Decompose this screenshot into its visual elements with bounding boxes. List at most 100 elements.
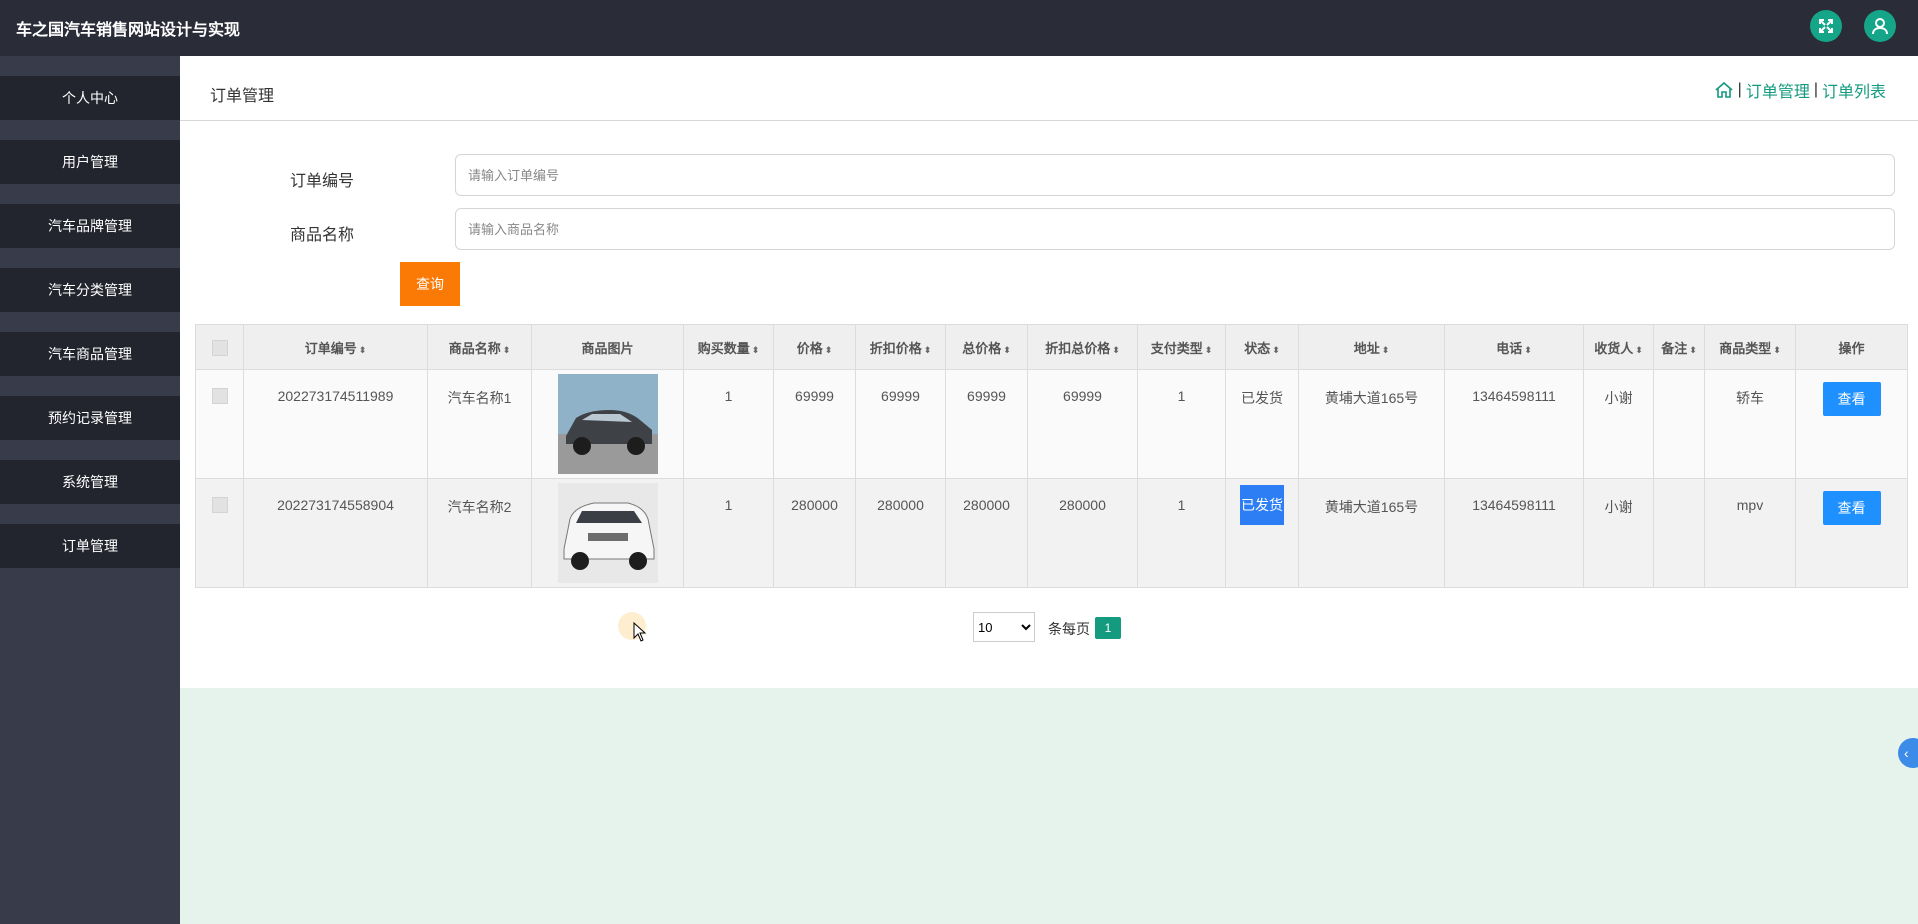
- order-number-cell: 202273174558904: [243, 478, 428, 588]
- column-header[interactable]: 购买数量 ⬍: [683, 324, 774, 370]
- sidebar-item-user-management[interactable]: 用户管理: [0, 140, 180, 184]
- mouse-cursor-icon: [633, 622, 647, 642]
- sort-icon[interactable]: ⬍: [1524, 345, 1532, 355]
- sidebar-item-reservation-management[interactable]: 预约记录管理: [0, 396, 180, 440]
- select-all-checkbox[interactable]: [211, 339, 228, 356]
- column-header[interactable]: 状态 ⬍: [1225, 324, 1299, 370]
- phone-cell: 13464598111: [1444, 369, 1584, 479]
- receiver-cell: 小谢: [1583, 478, 1654, 588]
- product-type-cell: 轿车: [1704, 369, 1796, 479]
- sort-icon[interactable]: ⬍: [1689, 345, 1697, 355]
- order-number-label: 订单编号: [290, 173, 355, 190]
- car-image: [557, 374, 658, 474]
- breadcrumb-order-management[interactable]: 订单管理: [1746, 78, 1810, 102]
- select-all-header: [195, 324, 244, 370]
- page-title: 订单管理: [210, 88, 275, 105]
- product-name-input[interactable]: [455, 208, 1895, 250]
- discount-price-cell: 69999: [855, 369, 946, 479]
- sort-icon[interactable]: ⬍: [1272, 345, 1280, 355]
- column-header[interactable]: 折扣总价格 ⬍: [1027, 324, 1138, 370]
- view-button[interactable]: 查看: [1822, 382, 1881, 416]
- breadcrumb-separator: |: [1813, 81, 1818, 98]
- action-cell: 查看: [1795, 478, 1908, 588]
- column-header[interactable]: 收货人 ⬍: [1583, 324, 1654, 370]
- sort-icon[interactable]: ⬍: [1205, 345, 1213, 355]
- product-type-cell: mpv: [1704, 478, 1796, 588]
- table-row: 202273174511989 汽车名称1 1 69999 69999 6999…: [195, 369, 1908, 479]
- product-name-label: 商品名称: [290, 227, 355, 244]
- column-header[interactable]: 商品名称 ⬍: [427, 324, 532, 370]
- sort-icon[interactable]: ⬍: [503, 345, 511, 355]
- breadcrumb-order-list[interactable]: 订单列表: [1822, 78, 1886, 102]
- sort-icon[interactable]: ⬍: [752, 345, 760, 355]
- sidebar-item-personal-center[interactable]: 个人中心: [0, 76, 180, 120]
- column-header[interactable]: 价格 ⬍: [773, 324, 856, 370]
- home-icon[interactable]: [1714, 80, 1734, 100]
- column-header[interactable]: 备注 ⬍: [1653, 324, 1705, 370]
- page-header: 订单管理 | 订单管理 | 订单列表: [180, 56, 1918, 121]
- sidebar-item-order-management[interactable]: 订单管理: [0, 524, 180, 568]
- row-select-cell: [195, 369, 244, 479]
- sidebar-item-brand-management[interactable]: 汽车品牌管理: [0, 204, 180, 248]
- product-image-cell: [531, 369, 684, 479]
- status-cell: 已发货: [1225, 369, 1299, 479]
- order-number-input[interactable]: [455, 154, 1895, 196]
- app-title: 车之国汽车销售网站设计与实现: [16, 22, 241, 39]
- phone-cell: 13464598111: [1444, 478, 1584, 588]
- discount-price-cell: 280000: [855, 478, 946, 588]
- expand-icon[interactable]: [1810, 10, 1842, 42]
- column-header[interactable]: 折扣价格 ⬍: [855, 324, 946, 370]
- sort-icon[interactable]: ⬍: [1773, 345, 1781, 355]
- sort-icon[interactable]: ⬍: [825, 345, 833, 355]
- column-header[interactable]: 总价格 ⬍: [945, 324, 1028, 370]
- quantity-cell: 1: [683, 478, 774, 588]
- pay-type-cell: 1: [1137, 478, 1226, 588]
- page-size-select[interactable]: 10: [973, 612, 1035, 642]
- product-name-cell: 汽车名称2: [427, 478, 532, 588]
- column-header[interactable]: 订单编号 ⬍: [243, 324, 428, 370]
- user-icon[interactable]: [1864, 10, 1896, 42]
- receiver-cell: 小谢: [1583, 369, 1654, 479]
- sort-icon[interactable]: ⬍: [1382, 345, 1390, 355]
- status-cell: 已发货: [1225, 478, 1299, 588]
- discount-total-cell: 69999: [1027, 369, 1138, 479]
- query-button[interactable]: 查询: [400, 262, 460, 306]
- column-header[interactable]: 商品类型 ⬍: [1704, 324, 1796, 370]
- main-panel: 订单管理 | 订单管理 | 订单列表 订单编号 商品名称 查询: [180, 56, 1918, 688]
- column-header[interactable]: 地址 ⬍: [1298, 324, 1445, 370]
- sidebar-item-product-management[interactable]: 汽车商品管理: [0, 332, 180, 376]
- breadcrumb-separator: |: [1737, 81, 1742, 98]
- table-row: 202273174558904 汽车名称2 1 280000 280000 28…: [195, 478, 1908, 588]
- page-number-button[interactable]: 1: [1095, 617, 1121, 639]
- column-header: 商品图片: [531, 324, 684, 370]
- sort-icon[interactable]: ⬍: [1003, 345, 1011, 355]
- column-header[interactable]: 电话 ⬍: [1444, 324, 1584, 370]
- discount-total-cell: 280000: [1027, 478, 1138, 588]
- column-header[interactable]: 支付类型 ⬍: [1137, 324, 1226, 370]
- product-image-cell: [531, 478, 684, 588]
- order-table: 订单编号 ⬍ 商品名称 ⬍ 商品图片 购买数量 ⬍ 价格 ⬍ 折扣价格 ⬍ 总价格 ⬍ 折扣…: [195, 324, 1908, 588]
- sort-icon[interactable]: ⬍: [1635, 345, 1643, 355]
- quantity-cell: 1: [683, 369, 774, 479]
- car-image: [557, 483, 658, 583]
- product-name-cell: 汽车名称1: [427, 369, 532, 479]
- sort-icon[interactable]: ⬍: [1112, 345, 1120, 355]
- chevron-left-icon[interactable]: ‹: [1898, 738, 1918, 768]
- address-cell: 黄埔大道165号: [1298, 478, 1445, 588]
- note-cell: [1653, 478, 1705, 588]
- pay-type-cell: 1: [1137, 369, 1226, 479]
- column-header: 操作: [1795, 324, 1908, 370]
- sidebar-item-system-management[interactable]: 系统管理: [0, 460, 180, 504]
- view-button[interactable]: 查看: [1822, 491, 1881, 525]
- price-cell: 69999: [773, 369, 856, 479]
- order-number-cell: 202273174511989: [243, 369, 428, 479]
- sidebar-item-category-management[interactable]: 汽车分类管理: [0, 268, 180, 312]
- total-price-cell: 280000: [945, 478, 1028, 588]
- row-checkbox[interactable]: [211, 497, 228, 513]
- sort-icon[interactable]: ⬍: [359, 345, 367, 355]
- status-text-selected: 已发货: [1240, 485, 1284, 525]
- sidebar: 个人中心 用户管理 汽车品牌管理 汽车分类管理 汽车商品管理 预约记录管理 系统…: [0, 56, 180, 924]
- top-bar: 车之国汽车销售网站设计与实现: [0, 0, 1918, 56]
- sort-icon[interactable]: ⬍: [924, 345, 932, 355]
- row-checkbox[interactable]: [211, 388, 228, 404]
